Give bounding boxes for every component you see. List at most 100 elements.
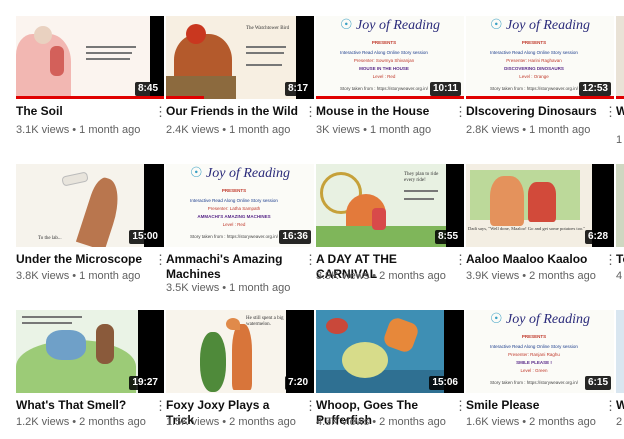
watch-progress-bar	[166, 96, 205, 99]
video-meta: 3.9K views • 2 months ago	[466, 270, 596, 282]
video-duration: 7:20	[284, 376, 311, 390]
video-thumbnail[interactable]: Joy of Reading PRESENTS Interactive Read…	[166, 164, 314, 247]
view-count: 3.5K views	[166, 282, 220, 294]
upload-age: 2 months ago	[79, 416, 146, 428]
poster-header: Joy of Reading	[316, 16, 464, 36]
video-duration: 8:17	[284, 82, 311, 96]
view-count: 3.8K views	[16, 270, 70, 282]
video-thumbnail[interactable]: The Watchtower Bird 8:17	[166, 16, 314, 99]
video-thumbnail[interactable]: Joy of Reading PRESENTS Interactive Read…	[316, 16, 464, 99]
view-count: 3.9K views	[466, 270, 520, 282]
view-count: 1.6K views	[466, 416, 520, 428]
more-options-icon[interactable]: ⋮	[454, 253, 467, 267]
video-meta: 4.3K views • 2 months ago	[316, 416, 446, 428]
poster-presenter: Presenter: Sowmya Shivanjan	[353, 58, 415, 63]
thumbnail-caption: Dadi says, "Well done, Maaloo! Go and ge…	[468, 226, 586, 231]
poster-subtitle: Interactive Read Along Online Story sess…	[490, 344, 578, 349]
more-options-icon[interactable]: ⋮	[304, 105, 317, 119]
video-thumbnail[interactable]: To the lab... 15:00	[16, 164, 164, 247]
poster-header: Joy of Reading	[466, 310, 614, 330]
video-duration: 10:11	[429, 82, 461, 96]
video-thumbnail[interactable]: 8:45	[16, 16, 164, 99]
more-options-icon[interactable]: ⋮	[604, 105, 617, 119]
video-title[interactable]: Aaloo Maaloo Kaaloo	[466, 252, 598, 267]
video-meta: 1.5K views • 2 months ago	[166, 416, 296, 428]
video-thumbnail-partial[interactable]	[616, 16, 624, 99]
upload-age: 2 months ago	[229, 416, 296, 428]
video-duration: 8:55	[434, 230, 461, 244]
video-meta: 1.6K views • 2 months ago	[466, 416, 596, 428]
thumbnail-caption: They plan to ride every ride!	[404, 172, 439, 183]
video-thumbnail[interactable]: Dadi says, "Well done, Maaloo! Go and ge…	[466, 164, 614, 247]
video-title[interactable]: Mouse in the House	[316, 104, 448, 119]
view-count: 2.4K views	[166, 124, 220, 136]
poster-story: MOUSE IN THE HOUSE	[359, 66, 409, 71]
video-title[interactable]: Ammachi's Amazing Machines	[166, 252, 286, 282]
video-title-partial[interactable]: To	[616, 252, 624, 266]
poster-presents: PRESENTS	[521, 334, 547, 339]
upload-age: 1 month ago	[79, 124, 141, 136]
poster-level: Level : Red	[222, 222, 246, 227]
upload-age: 1 month ago	[529, 124, 591, 136]
view-count: 3.9K views	[316, 270, 370, 282]
video-title-partial[interactable]: W	[616, 398, 624, 412]
video-thumbnail[interactable]: 19:27	[16, 310, 164, 393]
poster-presents: PRESENTS	[521, 40, 547, 45]
video-thumbnail[interactable]: They plan to ride every ride! 8:55	[316, 164, 464, 247]
poster-header: Joy of Reading	[166, 164, 314, 184]
view-count: 1.2K views	[16, 416, 70, 428]
more-options-icon[interactable]: ⋮	[304, 253, 317, 267]
video-meta: 3.8K views • 1 month ago	[16, 270, 141, 282]
poster-presenter: Presenter: Latha Sampath	[207, 206, 261, 211]
video-grid: 8:45 The Soil 3.1K views • 1 month ago ⋮…	[0, 0, 624, 439]
thumbnail-caption: To the lab...	[38, 236, 62, 241]
video-thumbnail-partial[interactable]	[616, 310, 624, 393]
video-meta-partial: 4	[616, 270, 623, 282]
poster-level: Level : Orange	[519, 74, 549, 79]
view-count: 2.8K views	[466, 124, 520, 136]
video-meta: 3.1K views • 1 month ago	[16, 124, 141, 136]
video-thumbnail[interactable]: 15:06	[316, 310, 464, 393]
video-duration: 15:00	[129, 230, 161, 244]
video-thumbnail[interactable]: Joy of Reading PRESENTS Interactive Read…	[466, 16, 614, 99]
video-thumbnail-partial[interactable]	[616, 164, 624, 247]
more-options-icon[interactable]: ⋮	[304, 399, 317, 413]
more-options-icon[interactable]: ⋮	[154, 253, 167, 267]
upload-age: 1 month ago	[229, 282, 291, 294]
upload-age: 2 months ago	[529, 416, 596, 428]
poster-story: SMILE PLEASE !	[516, 360, 552, 365]
more-options-icon[interactable]: ⋮	[454, 399, 467, 413]
poster-story: DISCOVERING DINOSAURS	[504, 66, 564, 71]
video-duration: 6:28	[584, 230, 611, 244]
upload-age: 2 months ago	[379, 416, 446, 428]
poster-presenter: Presenter: Harini Raghavan	[506, 58, 562, 63]
video-duration: 16:36	[279, 230, 311, 244]
more-options-icon[interactable]: ⋮	[154, 105, 167, 119]
video-meta-partial: 1	[616, 134, 623, 146]
upload-age: 1 month ago	[370, 124, 432, 136]
thumbnail-caption: He still spent a big watermelon.	[246, 316, 284, 327]
watch-progress-bar	[316, 96, 464, 99]
poster-level: Level : Red	[372, 74, 396, 79]
video-title[interactable]: Under the Microscope	[16, 252, 148, 267]
more-options-icon[interactable]: ⋮	[604, 399, 617, 413]
video-meta-partial: 2	[616, 416, 623, 428]
video-title[interactable]: Our Friends in the Wild	[166, 104, 298, 119]
video-title[interactable]: DIscovering Dinosaurs	[466, 104, 598, 119]
video-thumbnail[interactable]: Joy of Reading PRESENTS Interactive Read…	[466, 310, 614, 393]
video-title[interactable]: The Soil	[16, 104, 148, 119]
video-duration: 6:15	[584, 376, 611, 390]
video-title-partial[interactable]: W	[616, 104, 624, 118]
more-options-icon[interactable]: ⋮	[454, 105, 467, 119]
video-title[interactable]: Smile Please	[466, 398, 598, 413]
poster-url: Story taken from : https://storyweaver.o…	[489, 380, 579, 385]
video-thumbnail[interactable]: He still spent a big watermelon. 7:20	[166, 310, 314, 393]
poster-subtitle: Interactive Read Along Online Story sess…	[490, 50, 578, 55]
poster-header: Joy of Reading	[466, 16, 614, 36]
video-title[interactable]: What's That Smell?	[16, 398, 148, 413]
video-meta: 1.2K views • 2 months ago	[16, 416, 146, 428]
poster-subtitle: Interactive Read Along Online Story sess…	[340, 50, 428, 55]
more-options-icon[interactable]: ⋮	[604, 253, 617, 267]
video-duration: 19:27	[129, 376, 161, 390]
more-options-icon[interactable]: ⋮	[154, 399, 167, 413]
